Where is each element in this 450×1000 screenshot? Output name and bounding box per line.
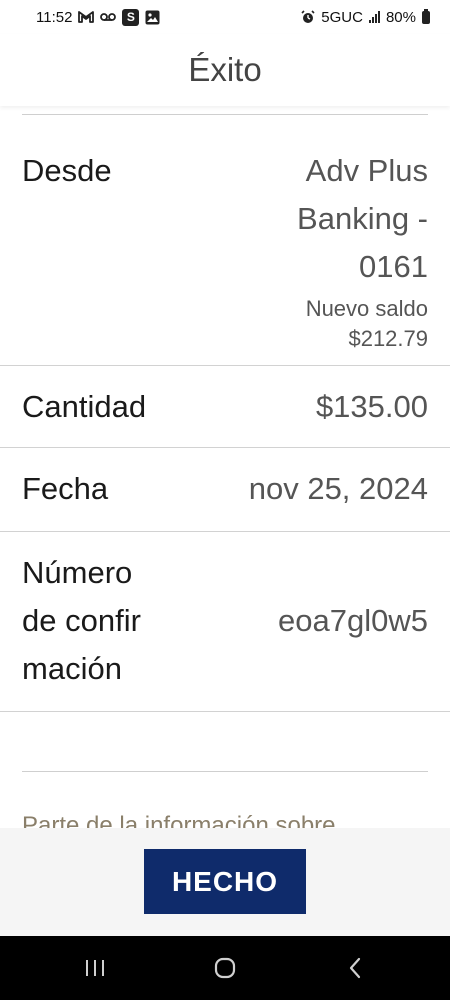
amount-value: $135.00 <box>315 389 428 424</box>
battery-icon <box>422 8 430 24</box>
network-label: 5GUC <box>321 8 363 26</box>
home-icon <box>214 957 236 979</box>
confirmation-label-line2: de confir <box>22 603 141 638</box>
date-label: Fecha <box>22 471 109 506</box>
s-app-icon: S <box>122 8 140 26</box>
status-left: 11:52 S <box>36 8 160 26</box>
row-from: Desde Adv Plus Banking - 0161 Nuevo sald… <box>0 134 450 366</box>
status-time: 11:52 <box>36 8 73 26</box>
page-title: Éxito <box>188 51 262 88</box>
row-amount: Cantidad $135.00 <box>0 366 450 448</box>
screen: 11:52 S 5GUC 80% Éxito Desde Adv Plus Ba… <box>0 0 450 1000</box>
back-button[interactable] <box>325 946 385 990</box>
recents-button[interactable] <box>65 946 125 990</box>
status-right: 5GUC 80% <box>301 8 430 26</box>
footer: HECHO <box>0 828 450 936</box>
info-text: Parte de la información sobre <box>22 812 336 828</box>
bottom-divider <box>22 771 428 772</box>
new-balance-value: $212.79 <box>348 326 428 351</box>
from-label: Desde <box>22 153 112 188</box>
details-content[interactable]: Desde Adv Plus Banking - 0161 Nuevo sald… <box>0 106 450 828</box>
from-account-line2: Banking - <box>297 201 428 236</box>
voicemail-icon <box>100 12 117 22</box>
gallery-icon <box>145 10 160 25</box>
nav-bar <box>0 936 450 1000</box>
app-header: Éxito <box>0 34 450 106</box>
status-bar: 11:52 S 5GUC 80% <box>0 0 450 34</box>
confirmation-label-line1: Número <box>22 555 133 590</box>
recents-icon <box>86 960 104 976</box>
amount-label: Cantidad <box>22 389 147 424</box>
row-date: Fecha nov 25, 2024 <box>0 448 450 532</box>
date-value: nov 25, 2024 <box>248 471 428 506</box>
back-icon <box>349 957 361 979</box>
home-button[interactable] <box>195 946 255 990</box>
confirmation-label-line3: mación <box>22 651 122 686</box>
battery-percent: 80% <box>385 8 416 26</box>
from-account-line1: Adv Plus <box>305 153 428 188</box>
signal-icon <box>368 11 380 23</box>
done-button[interactable]: HECHO <box>144 849 306 914</box>
top-divider <box>22 114 428 115</box>
row-confirmation: Número de confir mación eoa7gl0w5 <box>0 532 450 712</box>
from-account-line3: 0161 <box>359 249 428 284</box>
alarm-icon <box>301 10 315 24</box>
confirmation-value: eoa7gl0w5 <box>278 603 428 638</box>
new-balance-label: Nuevo saldo <box>305 296 428 321</box>
gmail-icon <box>78 11 95 23</box>
